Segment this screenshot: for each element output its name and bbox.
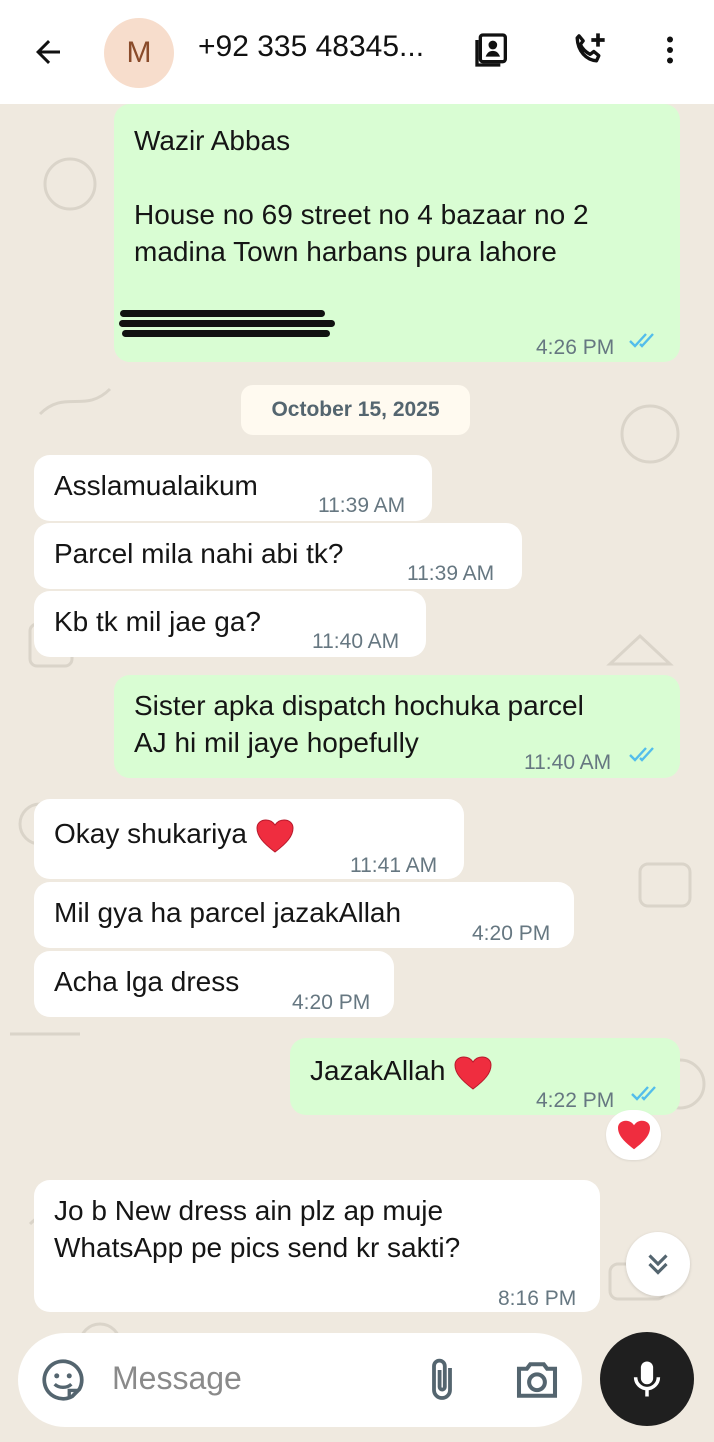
message-bubble-incoming[interactable]: Mil gya ha parcel jazakAllah 4:20 PM [34,882,574,948]
avatar-initial: M [126,36,152,69]
read-ticks-icon [629,333,654,348]
message-time: 11:39 AM [407,562,495,585]
message-time: 4:20 PM [292,991,371,1014]
double-chevron-down-icon [648,1254,668,1275]
message-bubble-incoming[interactable]: Kb tk mil jae ga? 11:40 AM [34,591,426,657]
message-time: 11:39 AM [318,494,406,517]
contact-card-icon [475,33,507,67]
message-time: 8:16 PM [498,1287,577,1310]
message-text: Asslamualaikum [54,470,258,501]
read-ticks-icon [629,747,654,762]
message-text: Okay shukariya [54,818,247,849]
message-bubble-outgoing[interactable]: Wazir Abbas House no 69 street no 4 baza… [114,104,680,362]
message-bubble-incoming[interactable]: Parcel mila nahi abi tk? 11:39 AM [34,523,522,589]
more-options-button[interactable] [648,28,692,72]
sticker-button[interactable] [38,1355,88,1405]
message-bubble-incoming[interactable]: Okay shukariya 11:41 AM [34,799,464,879]
message-text: JazakAllah [310,1055,446,1086]
message-time: 4:26 PM [536,336,615,359]
contact-title[interactable]: +92 335 48345... [198,30,453,64]
red-heart-reaction-icon [617,1120,650,1150]
message-time: 11:40 AM [524,751,612,774]
message-text: House no 69 street no 4 bazaar no 2 [134,199,589,230]
chat-header: M +92 335 48345... [0,0,714,104]
message-composer[interactable] [18,1333,582,1427]
message-text: Kb tk mil jae ga? [54,606,261,637]
add-call-icon [575,33,605,63]
message-bubble-outgoing[interactable]: Sister apka dispatch hochuka parcel AJ h… [114,675,680,778]
message-text: madina Town harbans pura lahore [134,236,557,267]
red-heart-emoji-icon [454,1056,492,1090]
redacted-phone [114,302,354,338]
sticker-icon [42,1359,84,1401]
attach-button[interactable] [418,1354,466,1406]
message-bubble-incoming[interactable]: Jo b New dress ain plz ap muje WhatsApp … [34,1180,600,1312]
message-text: Acha lga dress [54,966,240,997]
message-text: Mil gya ha parcel jazakAllah [54,897,402,928]
camera-icon [516,1362,558,1398]
message-list[interactable]: Wazir Abbas House no 69 street no 4 baza… [0,104,714,1442]
message-input[interactable]: Message [112,1360,242,1397]
message-text: Wazir Abbas [134,125,291,156]
read-ticks-icon [631,1086,656,1101]
message-text: Sister apka dispatch hochuka parcel [134,690,584,721]
paperclip-icon [432,1358,452,1400]
message-bubble-incoming[interactable]: Asslamualaikum 11:39 AM [34,455,432,521]
avatar[interactable]: M [104,18,174,88]
date-separator: October 15, 2025 [241,385,470,435]
voice-message-button[interactable] [600,1332,694,1426]
more-vertical-icon [667,36,673,64]
message-time: 4:20 PM [472,922,551,945]
message-time: 11:40 AM [312,630,400,653]
message-bubble-incoming[interactable]: Acha lga dress 4:20 PM [34,951,394,1017]
message-time: 11:41 AM [350,854,438,877]
arrow-left-icon [36,40,60,64]
camera-button[interactable] [510,1353,564,1407]
message-time: 4:22 PM [536,1089,615,1112]
message-text: Parcel mila nahi abi tk? [54,538,344,569]
message-text: Jo b New dress ain plz ap muje [54,1195,444,1226]
reaction-badge[interactable] [606,1110,661,1160]
add-call-button[interactable] [566,28,610,72]
contact-card-button[interactable] [470,28,514,72]
message-bubble-outgoing[interactable]: JazakAllah 4:22 PM [290,1038,680,1115]
red-heart-emoji-icon [256,819,294,853]
scroll-to-bottom-button[interactable] [626,1232,690,1296]
message-text: WhatsApp pe pics send kr sakti? [54,1232,461,1263]
microphone-icon [633,1361,661,1397]
back-button[interactable] [26,30,70,74]
